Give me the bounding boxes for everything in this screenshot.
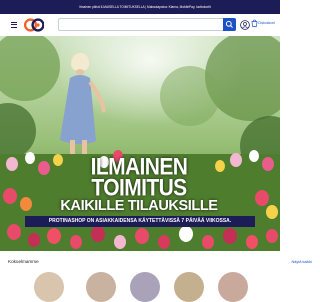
hero-banner[interactable]: ILMAINEN TOIMITUS KAIKILLE TILAUKSILLE P… <box>0 36 280 251</box>
collection-thumb[interactable] <box>34 272 64 302</box>
cart-label[interactable]: Ostoskori <box>258 20 275 25</box>
collection-thumb[interactable] <box>130 272 160 302</box>
collection-thumb[interactable] <box>174 272 204 302</box>
hero-headline: ILMAINEN TOIMITUS KAIKILLE TILAUKSILLE <box>44 153 234 214</box>
logo[interactable] <box>24 16 44 34</box>
promo-bar: Ilmainen päivä ILMAISELLA TOIMITUKSELLA … <box>0 0 280 14</box>
cart-icon[interactable] <box>251 19 258 27</box>
search-box[interactable] <box>58 18 236 36</box>
hamburger-menu-icon[interactable] <box>9 20 18 29</box>
promo-text: Ilmainen päivä ILMAISELLA TOIMITUKSELLA … <box>79 5 211 9</box>
search-input[interactable] <box>59 25 221 36</box>
headline-sub: KAIKILLE TILAUKSILLE <box>60 198 218 214</box>
collection-thumb[interactable] <box>86 272 116 302</box>
section-title: Kokoelmamme <box>8 259 39 264</box>
hero-subtext-banner: PROTINASHOP ON ASIAKKAIDENSA KÄYTETTÄVIS… <box>25 216 255 227</box>
search-button[interactable] <box>223 18 236 31</box>
show-all-link[interactable]: Näytä kaikki <box>292 260 312 264</box>
collection-thumb[interactable] <box>218 272 248 302</box>
search-icon <box>225 20 233 28</box>
site-header: Ostoskori <box>0 14 280 36</box>
user-icon[interactable] <box>240 20 250 30</box>
headline-main: ILMAINEN TOIMITUS <box>90 153 188 201</box>
